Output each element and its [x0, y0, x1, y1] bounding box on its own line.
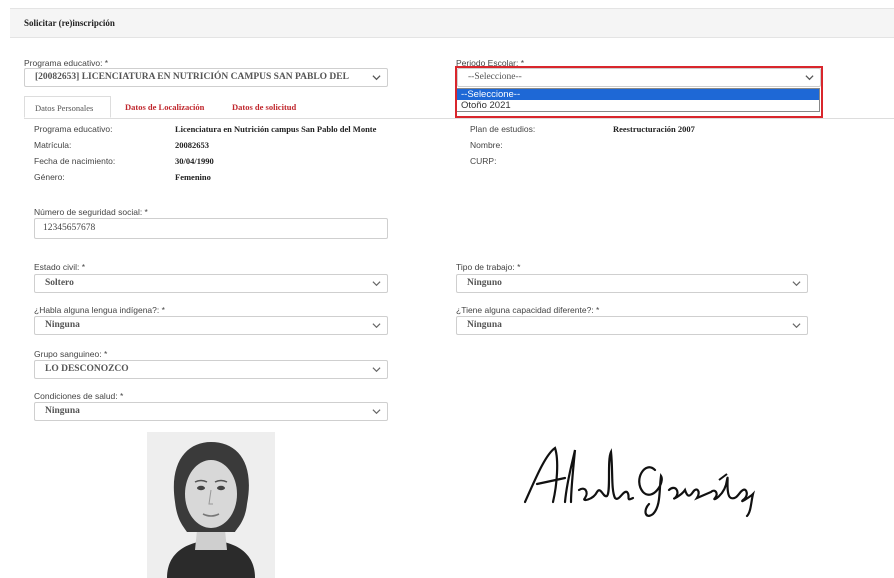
info-fecha-label: Fecha de nacimiento:	[34, 156, 116, 166]
info-curp-label: CURP:	[470, 156, 497, 166]
nss-label: Número de seguridad social: *	[34, 207, 148, 217]
chevron-down-icon	[372, 407, 381, 416]
estado-civil-label: Estado civil: *	[34, 262, 86, 272]
programa-select-value: [20082653] LICENCIATURA EN NUTRICIÓN CAM…	[35, 72, 349, 82]
lengua-select[interactable]: Ninguna	[34, 316, 388, 335]
salud-label: Condiciones de salud: *	[34, 391, 124, 401]
tab-datos-personales[interactable]: Datos Personales	[24, 96, 111, 118]
panel-title: Solicitar (re)inscripción	[10, 8, 894, 38]
chevron-down-icon	[372, 73, 381, 82]
salud-value: Ninguna	[45, 406, 80, 416]
lengua-value: Ninguna	[45, 320, 80, 330]
tipo-trabajo-label: Tipo de trabajo: *	[456, 262, 521, 272]
info-plan-value: Reestructuración 2007	[613, 124, 695, 134]
highlight-box	[455, 66, 823, 118]
nss-input[interactable]: 12345657678	[34, 218, 388, 239]
info-programa-label: Programa educativo:	[34, 124, 113, 134]
student-photo	[147, 432, 275, 578]
grupo-value: LO DESCONOZCO	[45, 364, 129, 374]
chevron-down-icon	[372, 365, 381, 374]
salud-select[interactable]: Ninguna	[34, 402, 388, 421]
info-fecha-value: 30/04/1990	[175, 156, 214, 166]
tab-datos-localizacion[interactable]: Datos de Localización	[125, 96, 204, 118]
programa-label: Programa educativo: *	[24, 58, 109, 68]
tab-datos-solicitud[interactable]: Datos de solicitud	[232, 96, 296, 118]
capacidad-select[interactable]: Ninguna	[456, 316, 808, 335]
chevron-down-icon	[792, 279, 801, 288]
grupo-label: Grupo sanguineo: *	[34, 349, 108, 359]
programa-select[interactable]: [20082653] LICENCIATURA EN NUTRICIÓN CAM…	[24, 68, 388, 87]
tab-divider	[24, 118, 894, 119]
chevron-down-icon	[792, 321, 801, 330]
info-genero-value: Femenino	[175, 172, 211, 182]
info-matricula-label: Matrícula:	[34, 140, 72, 150]
chevron-down-icon	[372, 279, 381, 288]
grupo-select[interactable]: LO DESCONOZCO	[34, 360, 388, 379]
info-genero-label: Género:	[34, 172, 65, 182]
lengua-label: ¿Habla alguna lengua indígena?: *	[34, 305, 165, 315]
tipo-trabajo-value: Ninguno	[467, 278, 502, 288]
estado-civil-value: Soltero	[45, 278, 74, 288]
capacidad-value: Ninguna	[467, 320, 502, 330]
info-programa-value: Licenciatura en Nutrición campus San Pab…	[175, 124, 377, 134]
signature-image	[515, 440, 765, 520]
info-matricula-value: 20082653	[175, 140, 209, 150]
tipo-trabajo-select[interactable]: Ninguno	[456, 274, 808, 293]
capacidad-label: ¿Tiene alguna capacidad diferente?: *	[456, 305, 600, 315]
estado-civil-select[interactable]: Soltero	[34, 274, 388, 293]
info-nombre-label: Nombre:	[470, 140, 503, 150]
info-plan-label: Plan de estudios:	[470, 124, 536, 134]
chevron-down-icon	[372, 321, 381, 330]
